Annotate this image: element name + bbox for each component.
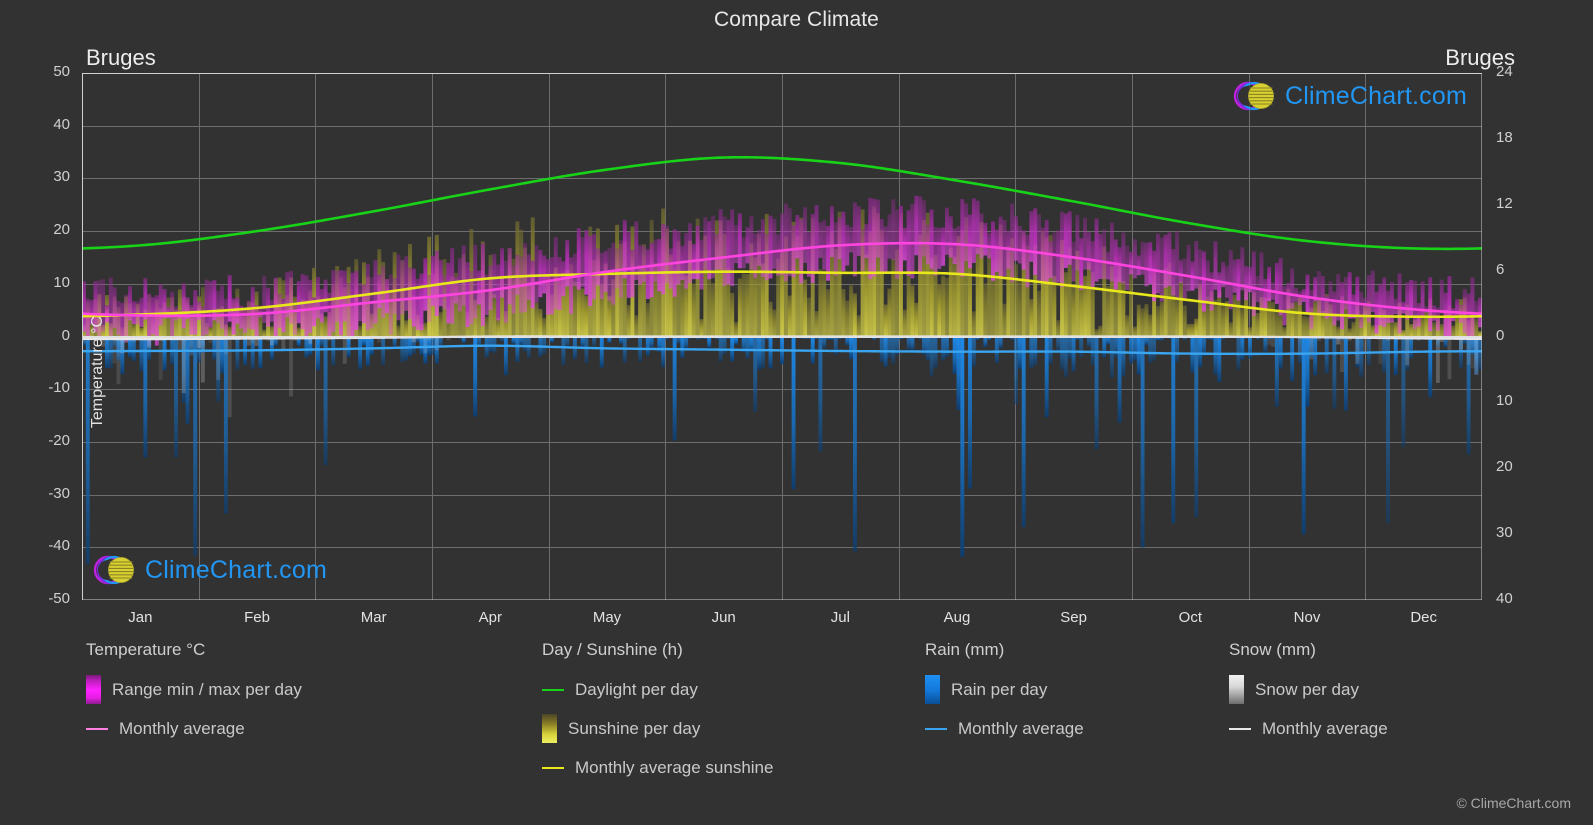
legend-item-snow-average[interactable]: Monthly average	[1229, 712, 1388, 745]
range-gradient-swatch-icon	[86, 675, 101, 704]
x-tick-month: Dec	[1410, 609, 1437, 626]
y-tick-left: -10	[48, 379, 70, 397]
legend-item-temp-average[interactable]: Monthly average	[86, 712, 302, 745]
plot-area: Temperature °C Day / Sunshine (h) Rain /…	[82, 73, 1482, 600]
legend-heading: Day / Sunshine (h)	[542, 640, 683, 659]
y-tick-right-hours: 24	[1496, 63, 1513, 80]
y-tick-left: -30	[48, 484, 70, 502]
legend-item-sunshine-average[interactable]: Monthly average sunshine	[542, 751, 773, 784]
legend-item-rain-per-day[interactable]: Rain per day	[925, 673, 1084, 706]
x-tick-month: Oct	[1178, 609, 1202, 626]
rain-gradient-swatch-icon	[925, 675, 940, 704]
y-tick-left: 30	[53, 168, 70, 186]
line-swatch-icon	[542, 688, 564, 691]
snow-gradient-swatch-icon	[1229, 675, 1244, 704]
legend-heading: Rain (mm)	[925, 640, 1005, 659]
legend-label: Monthly average	[958, 718, 1084, 738]
x-tick-month: Apr	[478, 609, 502, 626]
x-tick-month: Feb	[244, 609, 270, 626]
climate-chart-page: Compare Climate Bruges Bruges Temperatur…	[0, 0, 1593, 825]
legend-item-snow-per-day[interactable]: Snow per day	[1229, 673, 1388, 706]
y-tick-right-hours: 0	[1496, 326, 1505, 344]
legend-item-rain-average[interactable]: Monthly average	[925, 712, 1084, 745]
legend-label: Monthly average	[1262, 718, 1388, 738]
y-tick-right-hours: 12	[1496, 194, 1513, 212]
legend-label: Monthly average sunshine	[575, 757, 774, 777]
y-tick-right-mm: 30	[1496, 524, 1513, 542]
legend-item-sunshine[interactable]: Sunshine per day	[542, 712, 773, 745]
x-tick-month: Jul	[830, 609, 850, 626]
legend-label: Monthly average	[119, 718, 245, 738]
legend-heading: Temperature °C	[86, 640, 206, 659]
y-tick-left: -50	[48, 590, 70, 607]
copyright-notice: © ClimeChart.com	[1456, 795, 1571, 811]
legend-group-temperature: Temperature °C Range min / max per day M…	[86, 640, 302, 751]
line-swatch-icon	[1229, 727, 1251, 730]
y-tick-right-mm: 40	[1496, 590, 1513, 607]
y-tick-left: 0	[61, 326, 70, 344]
y-tick-left: 10	[53, 273, 70, 291]
line-swatch-icon	[86, 727, 108, 730]
y-tick-right-mm: 10	[1496, 392, 1513, 410]
chart-legend: Temperature °C Range min / max per day M…	[0, 640, 1593, 820]
y-tick-left: -20	[48, 431, 70, 449]
page-title: Compare Climate	[714, 8, 879, 31]
x-tick-month: Jun	[711, 609, 736, 626]
legend-label: Daylight per day	[575, 679, 698, 699]
legend-group-day-sunshine: Day / Sunshine (h) Daylight per day Suns…	[542, 640, 773, 790]
legend-item-temp-range[interactable]: Range min / max per day	[86, 673, 302, 706]
line-swatch-icon	[542, 766, 564, 769]
legend-label: Sunshine per day	[568, 718, 701, 738]
sunshine-gradient-swatch-icon	[542, 714, 557, 743]
city-label-left: Bruges	[86, 45, 156, 70]
legend-label: Snow per day	[1255, 679, 1359, 699]
y-tick-left: 40	[53, 115, 70, 133]
legend-item-daylight[interactable]: Daylight per day	[542, 673, 773, 706]
x-tick-month: May	[592, 609, 622, 626]
x-tick-month: Aug	[943, 609, 971, 626]
x-tick-month: Nov	[1293, 609, 1321, 626]
y-tick-right-hours: 18	[1496, 128, 1513, 146]
y-tick-left: 20	[53, 221, 70, 239]
y-tick-left: 50	[53, 63, 70, 80]
line-swatch-icon	[925, 727, 947, 730]
legend-label: Range min / max per day	[112, 679, 302, 699]
legend-heading: Snow (mm)	[1229, 640, 1316, 659]
legend-label: Rain per day	[951, 679, 1048, 699]
y-tick-right-mm: 20	[1496, 458, 1513, 476]
x-tick-month: Jan	[128, 609, 153, 626]
y-tick-left: -40	[48, 537, 70, 555]
x-tick-month: Sep	[1060, 609, 1087, 626]
y-tick-right-hours: 6	[1496, 260, 1505, 278]
y-axis-title-left: Temperature °C	[89, 315, 106, 429]
legend-group-rain: Rain (mm) Rain per day Monthly average	[925, 640, 1084, 751]
x-tick-month: Mar	[360, 609, 387, 626]
legend-group-snow: Snow (mm) Snow per day Monthly average	[1229, 640, 1388, 751]
climate-plot-svg	[82, 73, 1482, 600]
